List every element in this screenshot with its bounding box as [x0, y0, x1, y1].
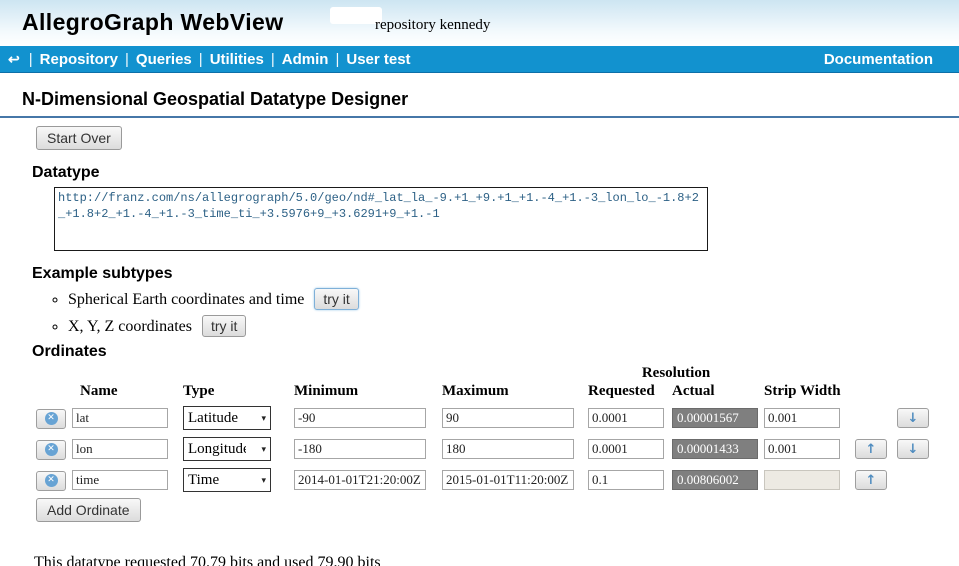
column-header-actual: Actual	[672, 383, 764, 403]
table-row: Resolution	[36, 365, 933, 383]
minimum-input[interactable]	[294, 439, 426, 459]
column-header-name: Name	[72, 383, 183, 403]
delete-ordinate-button[interactable]: ✕	[36, 409, 66, 429]
arrow-up-icon: ↑	[866, 473, 877, 488]
table-row: Name Type Minimum Maximum Requested Actu…	[36, 383, 933, 403]
type-select-value: Longitude	[188, 441, 246, 458]
nav-separator: |	[199, 51, 203, 68]
type-select-value: Latitude	[188, 410, 238, 427]
add-ordinate-button[interactable]: Add Ordinate	[36, 498, 141, 522]
example-label: X, Y, Z coordinates	[68, 318, 192, 335]
requested-resolution-input[interactable]	[588, 408, 664, 428]
nav-item-utilities[interactable]: Utilities	[210, 51, 264, 68]
maximum-input[interactable]	[442, 470, 574, 490]
datatype-uri-textarea[interactable]: http://franz.com/ns/allegrograph/5.0/geo…	[54, 187, 708, 251]
arrow-down-icon: ↓	[908, 442, 919, 457]
actual-resolution-value: 0.00001433	[672, 439, 758, 459]
name-input[interactable]	[72, 470, 168, 490]
name-input[interactable]	[72, 408, 168, 428]
example-subtypes-list: Spherical Earth coordinates and time try…	[0, 288, 959, 337]
ordinate-row-lon: ✕ Longitude ▾ 0.00001433 ↑ ↓	[36, 434, 933, 465]
move-up-button[interactable]: ↑	[855, 470, 887, 490]
arrow-down-icon: ↓	[908, 411, 919, 426]
nav-item-repository[interactable]: Repository	[40, 51, 118, 68]
list-item: Spherical Earth coordinates and time try…	[68, 288, 959, 310]
app-header: AllegroGraph WebView repository kennedy	[0, 0, 959, 46]
strip-width-input[interactable]	[764, 439, 840, 459]
ordinates-table: Resolution Name Type Minimum Maximum Req…	[36, 365, 933, 496]
strip-width-input[interactable]	[764, 408, 840, 428]
move-up-button[interactable]: ↑	[855, 439, 887, 459]
actual-resolution-value: 0.00806002	[672, 470, 758, 490]
delete-icon: ✕	[45, 474, 58, 487]
type-select[interactable]: Latitude ▾	[183, 406, 271, 430]
list-item: X, Y, Z coordinates try it	[68, 315, 959, 337]
maximum-input[interactable]	[442, 439, 574, 459]
delete-icon: ✕	[45, 412, 58, 425]
example-subtypes-heading: Example subtypes	[32, 265, 959, 283]
delete-ordinate-button[interactable]: ✕	[36, 471, 66, 491]
bits-summary: This datatype requested 70.79 bits and u…	[34, 554, 959, 566]
type-select-value: Time	[188, 472, 219, 489]
nav-separator: |	[335, 51, 339, 68]
nav-separator: |	[125, 51, 129, 68]
column-header-strip-width: Strip Width	[764, 383, 855, 403]
example-label: Spherical Earth coordinates and time	[68, 291, 304, 308]
actual-resolution-value: 0.00001567	[672, 408, 758, 428]
try-it-button-xyz[interactable]: try it	[202, 315, 246, 337]
arrow-up-icon: ↑	[866, 442, 877, 457]
type-select[interactable]: Time ▾	[183, 468, 271, 492]
strip-width-input-disabled	[764, 470, 840, 490]
start-over-button[interactable]: Start Over	[36, 126, 122, 150]
column-header-resolution: Resolution	[588, 365, 764, 383]
move-down-button[interactable]: ↓	[897, 408, 929, 428]
chevron-down-icon: ▾	[261, 444, 266, 455]
title-rule: N-Dimensional Geospatial Datatype Design…	[0, 73, 959, 118]
page-title: N-Dimensional Geospatial Datatype Design…	[22, 89, 959, 110]
minimum-input[interactable]	[294, 408, 426, 428]
column-header-requested: Requested	[588, 383, 672, 403]
repository-label: repository kennedy	[375, 17, 490, 34]
app-title: AllegroGraph WebView	[22, 9, 283, 36]
delete-ordinate-button[interactable]: ✕	[36, 440, 66, 460]
nav-item-queries[interactable]: Queries	[136, 51, 192, 68]
try-it-button-spherical[interactable]: try it	[314, 288, 358, 310]
ordinates-heading: Ordinates	[32, 343, 959, 361]
datatype-heading: Datatype	[32, 164, 959, 182]
column-header-maximum: Maximum	[442, 383, 588, 403]
delete-icon: ✕	[45, 443, 58, 456]
maximum-input[interactable]	[442, 408, 574, 428]
nav-item-user-test[interactable]: User test	[346, 51, 410, 68]
chevron-down-icon: ▾	[261, 475, 266, 486]
requested-resolution-input[interactable]	[588, 439, 664, 459]
nav-item-documentation[interactable]: Documentation	[824, 51, 933, 68]
nav-separator: |	[271, 51, 275, 68]
move-down-button[interactable]: ↓	[897, 439, 929, 459]
nav-item-admin[interactable]: Admin	[282, 51, 329, 68]
column-header-minimum: Minimum	[294, 383, 442, 403]
column-header-type: Type	[183, 383, 294, 403]
name-input[interactable]	[72, 439, 168, 459]
chevron-down-icon: ▾	[261, 413, 266, 424]
ordinate-row-lat: ✕ Latitude ▾ 0.00001567 ↓	[36, 403, 933, 434]
back-icon[interactable]: ↩	[8, 51, 20, 68]
minimum-input[interactable]	[294, 470, 426, 490]
ordinate-row-time: ✕ Time ▾ 0.00806002 ↑	[36, 465, 933, 496]
main-nav: ↩ | Repository | Queries | Utilities | A…	[0, 46, 959, 73]
requested-resolution-input[interactable]	[588, 470, 664, 490]
nav-separator: |	[29, 51, 33, 68]
type-select[interactable]: Longitude ▾	[183, 437, 271, 461]
